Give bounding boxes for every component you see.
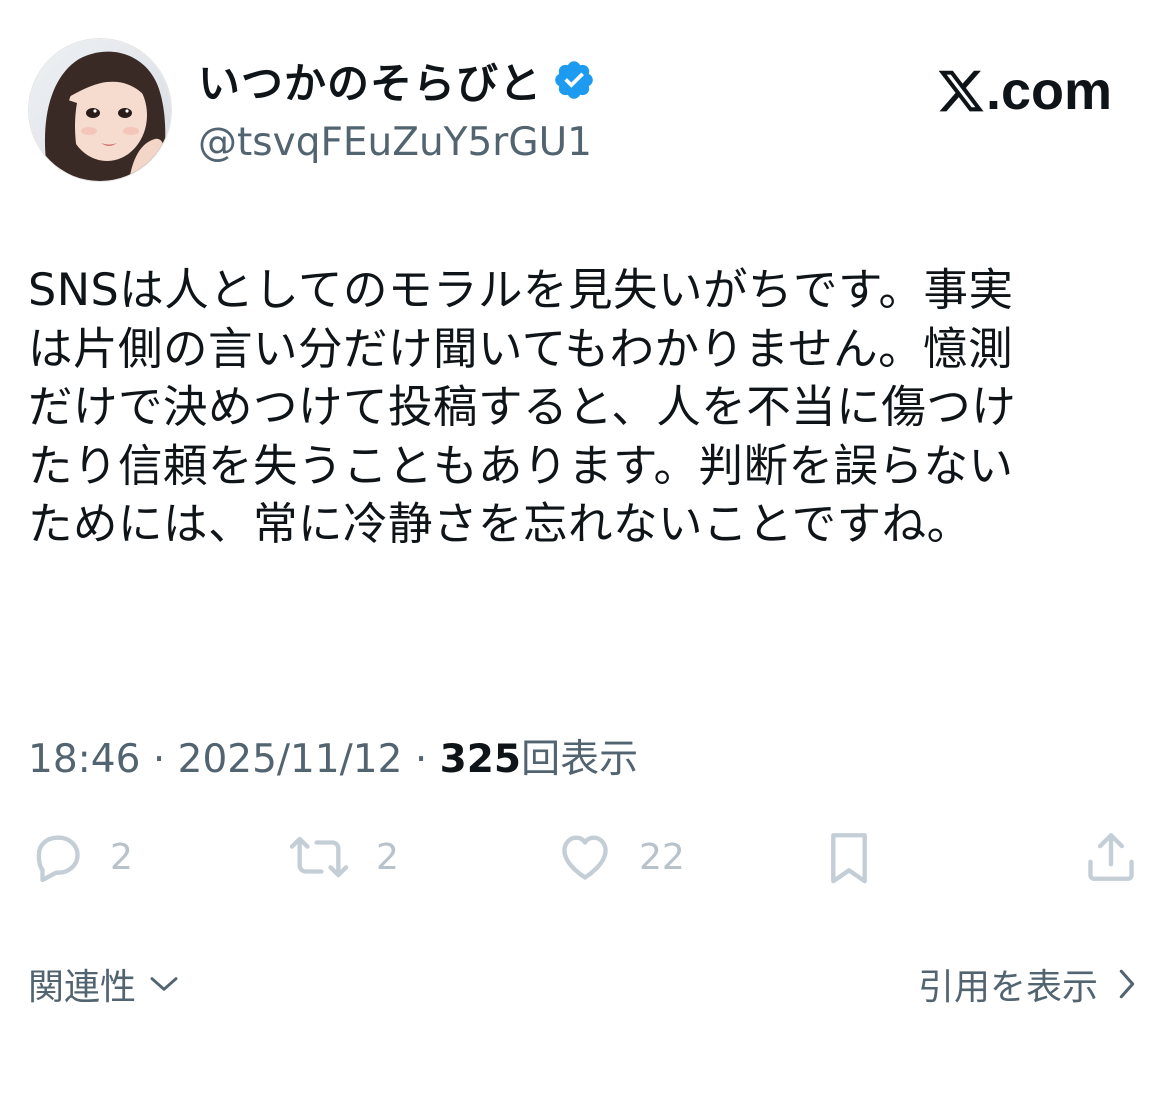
chevron-right-icon [1119,969,1135,999]
brand-domain: .com [985,61,1112,121]
author-handle[interactable]: @tsvqFEuZuY5rGU1 [198,120,592,165]
heart-icon [562,835,608,880]
meta-separator: · [414,737,428,782]
author-name-row: いつかのそらびと [198,52,596,108]
view-quotes-label: 引用を表示 [917,967,1098,1008]
bookmark-button[interactable] [820,822,878,892]
tweet-date[interactable]: 2025/11/12 [178,737,403,782]
x-logo-icon [938,70,984,112]
action-bar: 2 2 22 [28,822,1140,892]
avatar-image [29,39,171,181]
relevance-sort-button[interactable]: 関連性 [28,958,180,1010]
share-icon [1088,833,1134,881]
views-label: 回表示 [521,737,639,782]
x-com-brand: .com [936,60,1112,122]
view-quotes-link[interactable]: 引用を表示 [918,958,1138,1010]
tweet-header: いつかのそらびと @tsvqFEuZuY5rGU1 .com [28,38,1138,188]
chevron-down-icon [150,977,178,991]
reply-icon [36,835,80,883]
tweet-time[interactable]: 18:46 [28,737,140,782]
repost-count: 2 [376,836,399,878]
tweet-meta: 18:46 · 2025/11/12 · 325回表示 [28,728,638,784]
like-button[interactable]: 22 [555,822,685,892]
relevance-label: 関連性 [28,967,137,1008]
like-count: 22 [639,836,685,878]
bookmark-icon [831,833,867,884]
author-display-name[interactable]: いつかのそらびと [198,50,542,111]
tweet-footer: 関連性 引用を表示 [28,958,1138,1018]
views-count: 325 [439,737,522,782]
meta-separator: · [152,737,166,782]
reply-count: 2 [110,836,133,878]
repost-icon [289,836,349,878]
repost-button[interactable]: 2 [286,822,399,892]
verified-badge-icon [555,61,593,99]
avatar[interactable] [28,38,172,182]
reply-button[interactable]: 2 [28,822,133,892]
tweet-text: SNSは人としてのモラルを見失いがちです。事実 は片側の言い分だけ聞いてもわかり… [28,265,1017,550]
share-button[interactable] [1082,822,1140,892]
